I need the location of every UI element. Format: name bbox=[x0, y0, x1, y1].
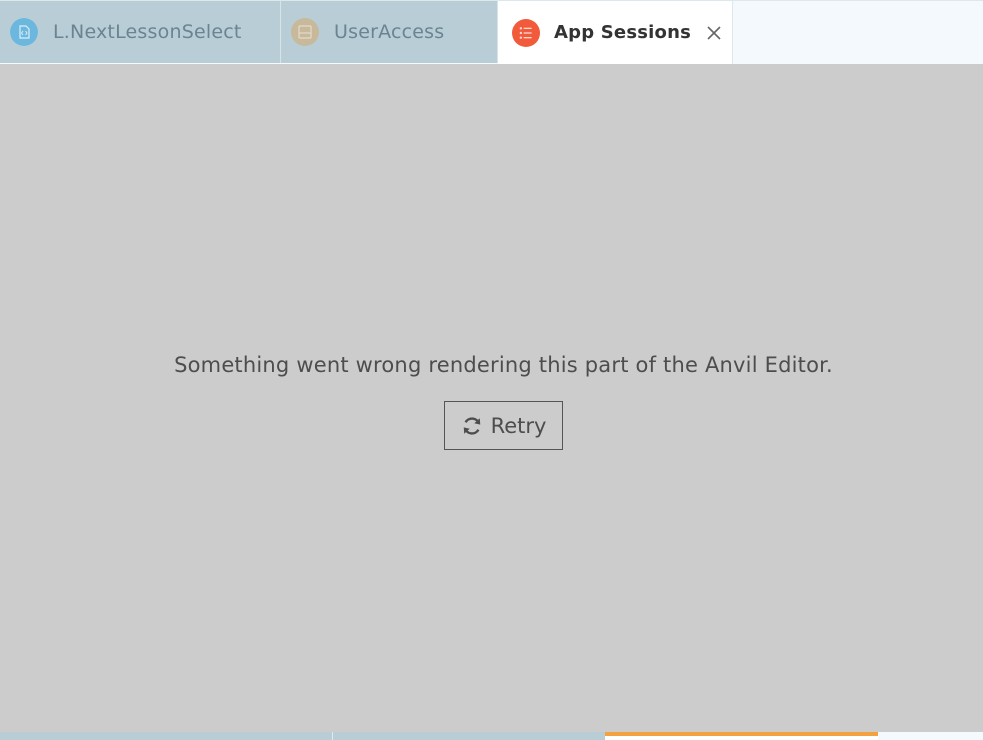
bottom-tab-filler bbox=[878, 732, 983, 740]
tab-label: L.NextLessonSelect bbox=[53, 21, 242, 43]
retry-button[interactable]: Retry bbox=[444, 401, 563, 450]
tab-label: UserAccess bbox=[334, 21, 445, 43]
close-icon[interactable] bbox=[705, 24, 723, 42]
error-message: Something went wrong rendering this part… bbox=[174, 353, 833, 377]
retry-label: Retry bbox=[490, 413, 547, 438]
editor-content: Something went wrong rendering this part… bbox=[0, 64, 983, 732]
tab-app-sessions[interactable]: App Sessions bbox=[498, 1, 733, 64]
tab-label: App Sessions bbox=[554, 22, 692, 43]
bottom-panel-tabs bbox=[0, 732, 983, 740]
form-icon bbox=[291, 18, 319, 46]
tab-bar: L.NextLessonSelect UserAccess App Sessio… bbox=[0, 0, 983, 64]
bottom-tab[interactable] bbox=[333, 732, 605, 740]
tab-next-lesson-select[interactable]: L.NextLessonSelect bbox=[0, 1, 281, 63]
bottom-tab-active[interactable] bbox=[605, 732, 878, 740]
refresh-icon bbox=[463, 416, 480, 435]
file-code-icon bbox=[10, 18, 38, 46]
tab-user-access[interactable]: UserAccess bbox=[281, 1, 498, 63]
list-icon bbox=[512, 18, 540, 47]
bottom-tab[interactable] bbox=[0, 732, 333, 740]
